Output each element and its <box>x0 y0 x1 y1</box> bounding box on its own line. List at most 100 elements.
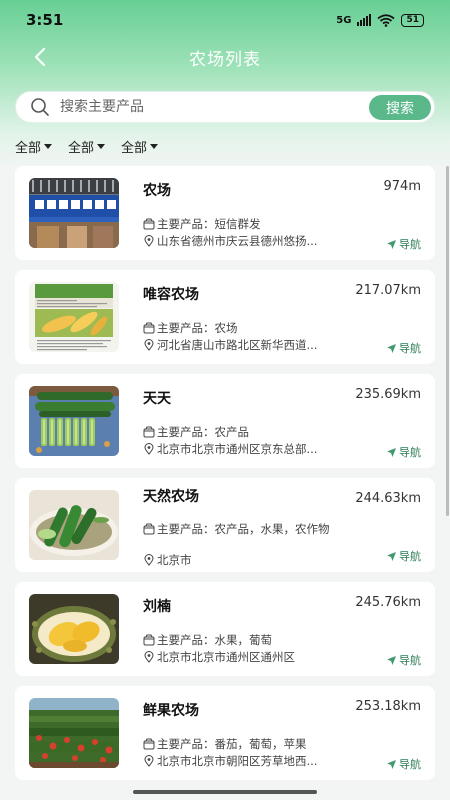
product-label: 主要产品： <box>157 217 215 231</box>
location-pin-icon <box>144 235 154 247</box>
product-value: 农产品 <box>214 425 250 439</box>
caret-down-icon <box>150 144 159 149</box>
box-icon <box>143 634 155 646</box>
caret-down-icon <box>97 144 106 149</box>
navigate-link[interactable]: 导航 <box>386 444 421 460</box>
farm-distance: 235.69km <box>355 387 421 402</box>
corn-document-image <box>29 282 119 352</box>
farm-name: 天天 <box>143 391 171 407</box>
box-icon <box>143 738 155 750</box>
navigation-arrow-icon <box>387 447 396 457</box>
box-icon <box>143 218 155 230</box>
box-icon <box>143 426 155 438</box>
farm-address: 北京市北京市通州区通州区 <box>157 650 295 664</box>
page-title: 农场列表 <box>189 49 261 70</box>
navigate-label: 导航 <box>399 758 421 771</box>
location-pin-icon <box>144 339 154 351</box>
filter-label: 全部 <box>68 141 95 156</box>
address-row: 北京市北京市通州区京东总部... <box>143 442 353 456</box>
farm-name: 唯容农场 <box>143 287 199 303</box>
farm-card[interactable]: 唯容农场 217.07km 主要产品：农场 河北省唐山市路北区新华西道... 导… <box>15 270 435 364</box>
farm-name: 天然农场 <box>143 489 199 505</box>
farm-thumbnail <box>29 698 119 768</box>
product-row: 主要产品：农产品 <box>143 425 353 439</box>
product-value: 短信群发 <box>214 217 261 231</box>
building-sign-image <box>29 178 119 248</box>
back-arrow-icon[interactable] <box>30 46 52 68</box>
search-icon <box>31 98 49 116</box>
product-label: 主要产品： <box>157 522 215 536</box>
address-row: 河北省唐山市路北区新华西道... <box>143 338 353 352</box>
navigation-arrow-icon <box>387 759 396 769</box>
navigation-arrow-icon <box>387 551 396 561</box>
product-label: 主要产品： <box>157 633 215 647</box>
farm-card[interactable]: 天然农场 244.63km 主要产品：农产品，水果，农作物 北京市 导航 <box>15 478 435 572</box>
battery-icon: 51 <box>401 13 424 27</box>
address-row: 山东省德州市庆云县德州悠扬... <box>143 234 353 248</box>
scrollbar[interactable] <box>446 166 449 516</box>
address-row: 北京市北京市朝阳区芳草地西... <box>143 754 353 768</box>
navigate-label: 导航 <box>399 342 421 355</box>
status-bar: 3:51 5G 51 <box>0 0 450 40</box>
farm-card[interactable]: 农场 974m 主要产品：短信群发 山东省德州市庆云县德州悠扬... 导航 <box>15 166 435 260</box>
farm-address: 北京市北京市通州区京东总部... <box>157 442 318 456</box>
navigate-label: 导航 <box>399 654 421 667</box>
search-button[interactable]: 搜索 <box>369 95 431 120</box>
signal-icon <box>357 14 372 26</box>
navigate-link[interactable]: 导航 <box>386 340 421 356</box>
farm-thumbnail <box>29 594 119 664</box>
address-row: 北京市北京市通州区通州区 <box>143 650 353 664</box>
farm-name: 鲜果农场 <box>143 703 199 719</box>
product-row: 主要产品：水果，葡萄 <box>143 633 353 647</box>
navigate-link[interactable]: 导航 <box>386 756 421 772</box>
navigate-link[interactable]: 导航 <box>386 548 421 564</box>
filter-label: 全部 <box>121 141 148 156</box>
navigate-label: 导航 <box>399 446 421 459</box>
navigate-label: 导航 <box>399 238 421 251</box>
location-pin-icon <box>144 554 154 566</box>
farm-distance: 253.18km <box>355 699 421 714</box>
product-value: 农产品，水果，农作物 <box>214 522 330 536</box>
status-icons: 5G 51 <box>336 13 424 27</box>
wifi-icon <box>377 13 396 27</box>
location-pin-icon <box>144 651 154 663</box>
farm-address: 山东省德州市庆云县德州悠扬... <box>157 234 318 248</box>
product-label: 主要产品： <box>157 321 215 335</box>
location-pin-icon <box>144 443 154 455</box>
navigation-arrow-icon <box>387 343 396 353</box>
caret-down-icon <box>44 144 53 149</box>
cucumber-plate-image <box>29 490 119 560</box>
farm-thumbnail <box>29 178 119 248</box>
navigate-link[interactable]: 导航 <box>386 652 421 668</box>
farm-card[interactable]: 刘楠 245.76km 主要产品：水果，葡萄 北京市北京市通州区通州区 导航 <box>15 582 435 676</box>
farm-thumbnail <box>29 490 119 560</box>
navigation-arrow-icon <box>387 239 396 249</box>
farm-name: 刘楠 <box>143 599 171 615</box>
nav-bar: 农场列表 <box>0 38 450 76</box>
farm-distance: 974m <box>383 179 421 194</box>
navigate-link[interactable]: 导航 <box>386 236 421 252</box>
farm-name: 农场 <box>143 183 171 199</box>
farm-address: 北京市 <box>157 553 192 567</box>
product-row: 主要产品：短信群发 <box>143 217 353 231</box>
farm-address: 北京市北京市朝阳区芳草地西... <box>157 754 318 768</box>
product-value: 农场 <box>214 321 238 335</box>
filter-dropdown[interactable]: 全部 <box>121 137 159 156</box>
farm-thumbnail <box>29 386 119 456</box>
farm-distance: 245.76km <box>355 595 421 610</box>
product-value: 水果，葡萄 <box>214 633 273 647</box>
search-bar: 搜索 <box>15 91 435 123</box>
product-label: 主要产品： <box>157 737 215 751</box>
filter-dropdown[interactable]: 全部 <box>15 137 53 156</box>
box-icon <box>143 322 155 334</box>
address-row: 北京市 <box>143 553 353 567</box>
navigate-label: 导航 <box>399 550 421 563</box>
farm-card[interactable]: 天天 235.69km 主要产品：农产品 北京市北京市通州区京东总部... 导航 <box>15 374 435 468</box>
farm-card[interactable]: 鲜果农场 253.18km 主要产品：番茄，葡萄，苹果 北京市北京市朝阳区芳草地… <box>15 686 435 780</box>
filter-dropdown[interactable]: 全部 <box>68 137 106 156</box>
tomato-field-image <box>29 698 119 768</box>
home-indicator[interactable] <box>133 790 317 794</box>
navigation-arrow-icon <box>387 655 396 665</box>
product-label: 主要产品： <box>157 425 215 439</box>
filter-bar: 全部 全部 全部 <box>15 137 159 156</box>
